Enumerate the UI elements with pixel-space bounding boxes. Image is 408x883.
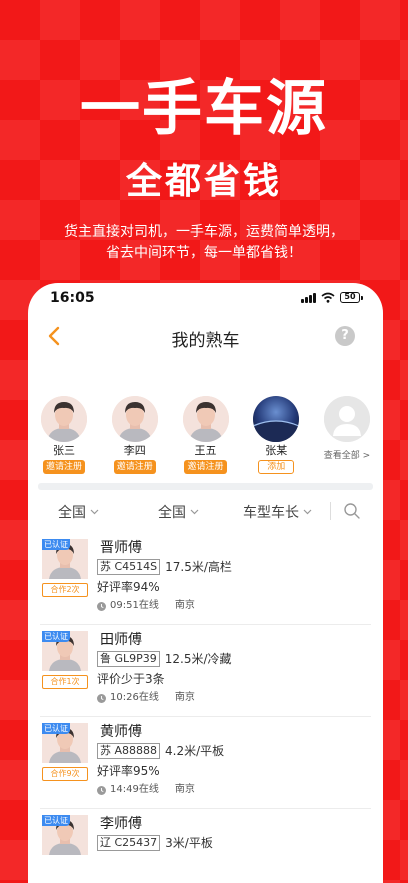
verified-badge: 已认证 (42, 723, 70, 734)
driver-avatar: 已认证 (42, 631, 88, 671)
battery-level: 50 (340, 292, 360, 303)
license-plate: 鲁 GL9P39 (97, 651, 160, 667)
status-bar: 16:05 50 (28, 283, 383, 315)
clock-icon (97, 601, 106, 611)
list-item[interactable]: 已认证 合作9次 黄师傅 苏 A88888 4.2米/平板 好评率95% 14:… (40, 717, 371, 809)
section-divider (38, 483, 373, 490)
promo-description: 货主直接对司机，一手车源，运费简单透明， 省去中间环节，每一单都省钱！ (0, 222, 408, 264)
driver-name: 晋师傅 (100, 540, 142, 556)
friend-avatar (111, 396, 158, 442)
verified-badge: 已认证 (42, 815, 70, 826)
view-all-link[interactable]: 查看全部 > (324, 448, 370, 461)
origin-filter-label: 全国 (58, 505, 86, 521)
friend-name: 李四 (123, 444, 146, 457)
signal-icon (301, 292, 316, 303)
driver-rating: 评价少于3条 (97, 672, 165, 686)
vehicle-info: 苏 C4514S 17.5米/高栏 (97, 559, 232, 575)
driver-avatar: 已认证 (42, 815, 88, 855)
vehicle-spec: 4.2米/平板 (165, 744, 225, 758)
cooperation-count: 合作2次 (42, 583, 88, 597)
driver-city: 南京 (174, 784, 195, 795)
driver-name: 田师傅 (100, 632, 142, 648)
status-time: 16:05 (50, 290, 95, 306)
list-item[interactable]: 已认证 合作1次 田师傅 鲁 GL9P39 12.5米/冷藏 评价少于3条 10… (40, 625, 371, 717)
driver-meta: 09:51在线 南京 (97, 599, 195, 613)
friend-avatar (41, 396, 87, 442)
list-item[interactable]: 已认证 李师傅 辽 C25437 3米/平板 (40, 809, 371, 883)
friend-item[interactable]: 张三 邀请注册 (38, 396, 90, 480)
driver-avatar: 已认证 (42, 723, 88, 763)
license-plate: 苏 A88888 (97, 743, 161, 759)
add-friend-button[interactable]: 添加 (258, 460, 295, 474)
license-plate: 辽 C25437 (97, 835, 161, 851)
page-title: 我的熟车 (171, 331, 240, 351)
cooperation-count: 合作9次 (42, 767, 88, 781)
promo-title: 一手车源 (80, 74, 328, 144)
view-all-friends[interactable]: 查看全部 > (321, 396, 373, 480)
search-icon[interactable] (343, 502, 361, 520)
driver-meta: 14:49在线 南京 (97, 783, 195, 797)
battery-icon: 50 (340, 292, 363, 303)
vehicle-info: 鲁 GL9P39 12.5米/冷藏 (97, 651, 232, 667)
destination-filter-label: 全国 (158, 505, 186, 521)
driver-rating: 好评率94% (97, 580, 160, 594)
chevron-down-icon (303, 509, 312, 515)
invite-register-button[interactable]: 邀请注册 (184, 460, 227, 474)
filter-divider (330, 502, 331, 520)
vehicle-type-filter[interactable]: 车型车长 (243, 502, 312, 522)
vehicle-info: 苏 A88888 4.2米/平板 (97, 743, 224, 759)
driver-name: 李师傅 (100, 816, 142, 832)
chevron-down-icon (90, 509, 99, 515)
friends-row: 张三 邀请注册 李四 邀请注册 王五 邀请注册 张某 添加 查看全部 > (38, 396, 373, 480)
online-time: 14:49在线 (110, 784, 159, 795)
invite-register-button[interactable]: 邀请注册 (113, 460, 156, 474)
clock-icon (97, 785, 106, 795)
placeholder-avatar-icon (324, 396, 370, 442)
promo-desc-line-2: 省去中间环节，每一单都省钱！ (106, 245, 302, 261)
driver-meta: 10:26在线 南京 (97, 691, 195, 705)
wifi-icon (321, 292, 335, 303)
clock-icon (97, 693, 106, 703)
friend-avatar (182, 396, 229, 442)
chevron-down-icon (190, 509, 199, 515)
vehicle-spec: 17.5米/高栏 (165, 560, 232, 574)
driver-rating: 好评率95% (97, 764, 160, 778)
friend-name: 张某 (265, 444, 288, 457)
verified-badge: 已认证 (42, 539, 70, 550)
friend-avatar (253, 396, 300, 442)
destination-filter[interactable]: 全国 (158, 502, 199, 522)
online-time: 09:51在线 (110, 600, 159, 611)
promo-subtitle: 全都省钱 (125, 161, 282, 202)
vehicle-info: 辽 C25437 3米/平板 (97, 835, 213, 851)
vehicle-type-filter-label: 车型车长 (243, 505, 299, 521)
vehicle-spec: 3米/平板 (165, 836, 213, 850)
invite-register-button[interactable]: 邀请注册 (42, 460, 85, 474)
vehicle-spec: 12.5米/冷藏 (164, 652, 232, 666)
filter-bar: 全国 全国 车型车长 (28, 495, 383, 527)
driver-list: 已认证 合作2次 晋师傅 苏 C4514S 17.5米/高栏 好评率94% 09… (28, 533, 383, 883)
list-item[interactable]: 已认证 合作2次 晋师傅 苏 C4514S 17.5米/高栏 好评率94% 09… (40, 533, 371, 625)
driver-avatar: 已认证 (42, 539, 88, 579)
nav-bar: 我的熟车 ? (28, 315, 383, 359)
origin-filter[interactable]: 全国 (58, 502, 99, 522)
friend-item[interactable]: 李四 邀请注册 (109, 396, 161, 480)
cooperation-count: 合作1次 (42, 675, 88, 689)
friend-name: 张三 (53, 444, 75, 457)
friend-item[interactable]: 张某 添加 (250, 396, 302, 480)
friend-name: 王五 (194, 444, 217, 457)
license-plate: 苏 C4514S (97, 559, 161, 575)
friend-item[interactable]: 王五 邀请注册 (180, 396, 232, 480)
online-time: 10:26在线 (110, 692, 159, 703)
driver-city: 南京 (174, 692, 195, 703)
help-icon[interactable]: ? (335, 326, 355, 346)
promo-desc-line-1: 货主直接对司机，一手车源，运费简单透明， (64, 224, 344, 240)
promo-banner: 一手车源 全都省钱 货主直接对司机，一手车源，运费简单透明， 省去中间环节，每一… (0, 0, 408, 290)
verified-badge: 已认证 (42, 631, 70, 642)
driver-name: 黄师傅 (100, 724, 142, 740)
driver-city: 南京 (174, 600, 195, 611)
phone-screen: 16:05 50 我的熟车 ? 张三 邀请注册 李四 邀请注册 王五 邀请注册 … (28, 283, 383, 883)
